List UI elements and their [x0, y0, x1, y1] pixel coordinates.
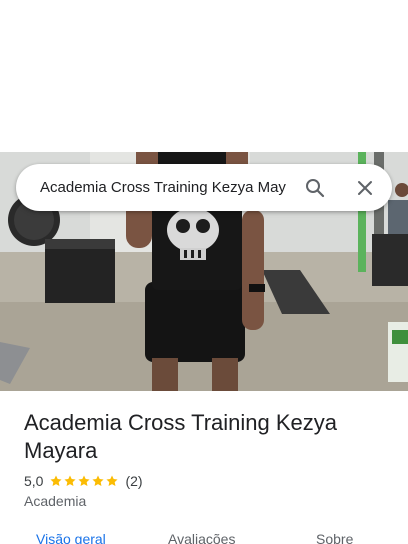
- star-icon: [50, 475, 63, 487]
- star-icon: [78, 475, 91, 487]
- search-button[interactable]: [303, 176, 327, 200]
- close-button[interactable]: [353, 176, 377, 200]
- place-category[interactable]: Academia: [24, 493, 86, 509]
- tab-reviews[interactable]: Avaliações: [168, 531, 235, 544]
- search-input[interactable]: Academia Cross Training Kezya May: [40, 178, 292, 198]
- place-title: Academia Cross Training Kezya Mayara: [24, 410, 338, 463]
- place-tabs: Visão geral Avaliações Sobre: [0, 531, 408, 544]
- star-icon: [106, 475, 119, 487]
- search-icon: [306, 179, 325, 198]
- star-icon: [64, 475, 77, 487]
- review-count[interactable]: (2): [125, 473, 142, 489]
- rating-row[interactable]: 5,0 (2): [24, 472, 143, 490]
- rating-value: 5,0: [24, 473, 44, 489]
- tab-about[interactable]: Sobre: [316, 531, 353, 544]
- tab-overview[interactable]: Visão geral: [36, 531, 106, 544]
- rating-stars: [49, 474, 119, 488]
- map-blank-area: [0, 0, 408, 152]
- close-icon: [358, 181, 372, 195]
- place-info-panel: Academia Cross Training Kezya Mayara 5,0…: [0, 391, 408, 544]
- search-bar[interactable]: Academia Cross Training Kezya May: [16, 164, 392, 211]
- star-icon: [92, 475, 105, 487]
